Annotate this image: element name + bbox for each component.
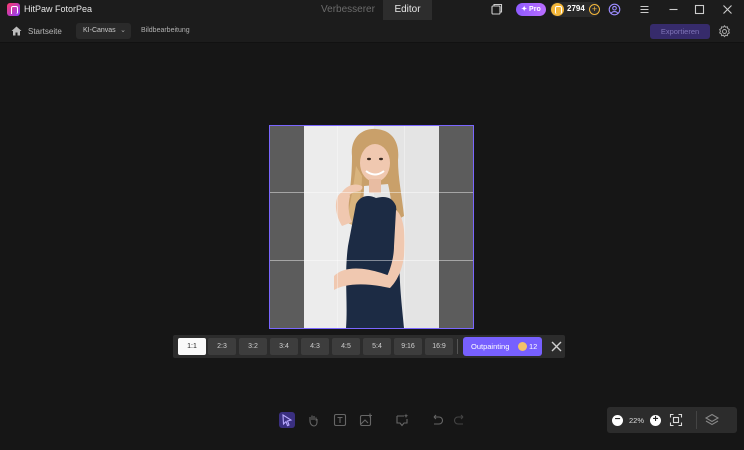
app-logo-icon [7, 3, 20, 16]
nav-bar: Startseite KI-Canvas ⌄ Bildbearbeitung E… [0, 20, 744, 43]
layers-icon[interactable] [704, 412, 720, 428]
breadcrumb-canvas-label: KI-Canvas [83, 27, 116, 34]
app-title: HitPaw FotorPea [24, 4, 93, 14]
close-icon[interactable] [549, 339, 564, 354]
select-cursor-icon[interactable] [279, 412, 295, 428]
outpainting-label: Outpainting [471, 342, 510, 351]
chevron-down-icon: ⌄ [120, 27, 126, 34]
grid-line-horizontal [270, 192, 473, 193]
ratio-3-2-button[interactable]: 3:2 [239, 338, 267, 355]
grid-line-vertical [337, 126, 338, 328]
grid-line-horizontal [270, 260, 473, 261]
ratio-4-3-button[interactable]: 4:3 [301, 338, 329, 355]
text-tool-icon[interactable] [332, 412, 348, 428]
breadcrumb-home[interactable]: Startseite [28, 27, 62, 36]
ratio-9-16-button[interactable]: 9:16 [394, 338, 422, 355]
redo-icon[interactable] [452, 412, 468, 428]
undo-icon[interactable] [429, 412, 445, 428]
portrait-image[interactable] [304, 126, 439, 328]
ai-chat-icon[interactable] [394, 412, 410, 428]
grid-line-vertical [404, 126, 405, 328]
ratio-3-4-button[interactable]: 3:4 [270, 338, 298, 355]
gear-icon[interactable] [718, 25, 731, 38]
zoom-in-icon[interactable]: + [650, 415, 661, 426]
maximize-icon[interactable] [693, 3, 706, 16]
minimize-icon[interactable] [667, 3, 680, 16]
ratio-1-1-button[interactable]: 1:1 [178, 338, 206, 355]
ratio-4-5-button[interactable]: 4:5 [332, 338, 360, 355]
tab-verbesserer[interactable]: Verbesserer [314, 0, 382, 20]
tab-editor[interactable]: Editor [383, 0, 432, 20]
outpainting-button[interactable]: Outpainting 12 [463, 337, 542, 356]
pro-badge[interactable]: ✦ Pro [516, 3, 546, 16]
title-bar: HitPaw FotorPea Verbesserer Editor ✦ Pro… [0, 0, 744, 20]
zoom-level: 22% [629, 416, 645, 425]
toolbar-divider [457, 339, 458, 354]
ratio-2-3-button[interactable]: 2:3 [208, 338, 236, 355]
add-credits-icon[interactable]: + [589, 4, 600, 15]
export-button[interactable]: Exportieren [650, 24, 710, 39]
ratio-5-4-button[interactable]: 5:4 [363, 338, 391, 355]
breadcrumb-canvas-dropdown[interactable]: KI-Canvas ⌄ [76, 23, 131, 39]
zoom-divider [696, 411, 697, 429]
close-window-icon[interactable] [721, 3, 734, 16]
add-image-icon[interactable] [358, 412, 374, 428]
home-icon[interactable] [11, 26, 22, 36]
outpainting-cost: 12 [529, 342, 538, 351]
ratio-16-9-button[interactable]: 16:9 [425, 338, 453, 355]
hand-pan-icon[interactable] [305, 412, 321, 428]
coin-icon [551, 3, 564, 16]
breadcrumb-current-page: Bildbearbeitung [141, 27, 190, 34]
credits-count: 2794 [567, 4, 585, 13]
menu-icon[interactable] [638, 3, 651, 16]
coin-icon [518, 342, 527, 351]
zoom-out-icon[interactable]: − [612, 415, 623, 426]
user-account-icon[interactable] [608, 3, 621, 16]
feedback-icon[interactable] [490, 3, 503, 16]
fit-to-screen-icon[interactable] [668, 412, 684, 428]
